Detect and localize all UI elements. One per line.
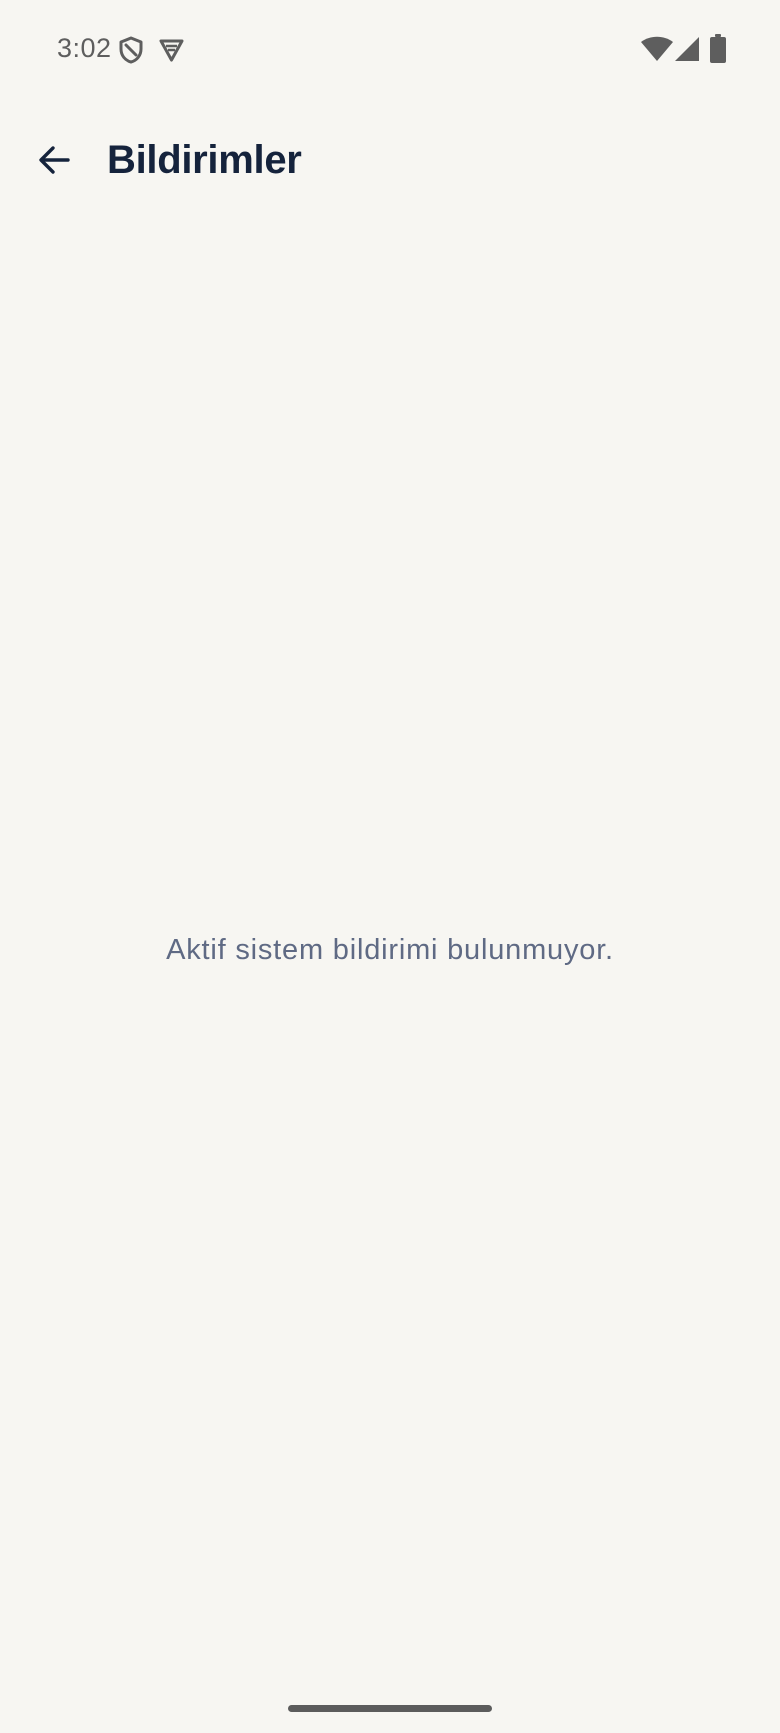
wifi-icon: [641, 36, 673, 61]
vpn-icon: [159, 39, 184, 62]
signal-icon: [675, 37, 699, 61]
arrow-left-icon: [39, 146, 70, 174]
battery-icon: [710, 34, 726, 63]
gesture-nav-handle[interactable]: [288, 1705, 492, 1712]
back-button[interactable]: [26, 132, 82, 188]
page-title: Bildirimler: [107, 138, 302, 182]
empty-state-message: Aktif sistem bildirimi bulunmuyor.: [166, 934, 614, 966]
shield-icon: [119, 36, 143, 64]
status-time: 3:02: [57, 33, 112, 63]
notifications-screen: 3:02 Bildirimler Aktif sistem bildirimi …: [0, 0, 780, 1733]
status-bar: 3:02: [0, 0, 780, 100]
app-bar: Bildirimler: [0, 110, 780, 210]
